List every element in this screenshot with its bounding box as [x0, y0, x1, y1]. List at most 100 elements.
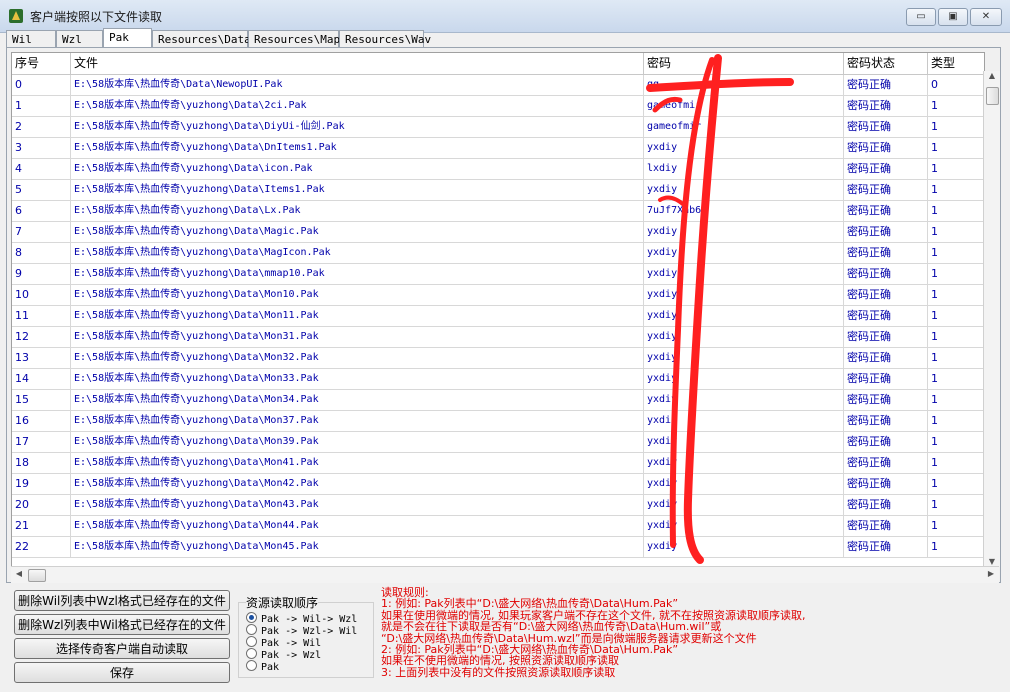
cell-file: E:\58版本库\热血传奇\yuzhong\Data\Mon32.Pak — [71, 348, 644, 368]
cell-file: E:\58版本库\热血传奇\yuzhong\Data\icon.Pak — [71, 159, 644, 179]
cell-password-status: 密码正确 — [844, 390, 928, 410]
horizontal-scroll-thumb[interactable] — [28, 569, 46, 582]
cell-password: lxdiy — [644, 159, 844, 179]
radio-icon — [246, 624, 257, 635]
cell-type: 1 — [928, 432, 984, 452]
order-option[interactable]: Pak -> Wzl-> Wil — [246, 624, 357, 637]
horizontal-scrollbar[interactable]: ◀ ▶ — [11, 566, 999, 583]
tab-resources-data[interactable]: Resources\Data — [152, 30, 251, 47]
table-row[interactable]: 0 E:\58版本库\热血传奇\Data\NewopUI.Pak qq 密码正确 0 — [12, 75, 984, 96]
vertical-scrollbar[interactable]: ▲ ▼ — [983, 71, 1000, 566]
table-row[interactable]: 8 E:\58版本库\热血传奇\yuzhong\Data\MagIcon.Pak y… — [12, 243, 984, 264]
cell-password: yxdiy — [644, 264, 844, 284]
minimize-button[interactable]: ▭ — [906, 8, 936, 26]
order-option[interactable]: Pak — [246, 660, 279, 673]
cell-type: 1 — [928, 495, 984, 515]
cell-file: E:\58版本库\热血传奇\yuzhong\Data\Mon33.Pak — [71, 369, 644, 389]
tab-resources-map[interactable]: Resources\Map — [248, 30, 340, 47]
column-header-file[interactable]: 文件 — [71, 53, 644, 74]
cell-index: 19 — [12, 474, 71, 494]
cell-file: E:\58版本库\热血传奇\yuzhong\Data\DnItems1.Pak — [71, 138, 644, 158]
table-row[interactable]: 2 E:\58版本库\热血传奇\yuzhong\Data\DiyUi-仙剑.Pak… — [12, 117, 984, 138]
table-row[interactable]: 17 E:\58版本库\热血传奇\yuzhong\Data\Mon39.Pak yx… — [12, 432, 984, 453]
table-row[interactable]: 20 E:\58版本库\热血传奇\yuzhong\Data\Mon43.Pak yx… — [12, 495, 984, 516]
cell-password-status: 密码正确 — [844, 96, 928, 116]
column-header-password-status[interactable]: 密码状态 — [844, 53, 928, 74]
cell-password: yxdiy — [644, 327, 844, 347]
cell-password: yxdiy — [644, 453, 844, 473]
cell-file: E:\58版本库\热血传奇\yuzhong\Data\Mon43.Pak — [71, 495, 644, 515]
cell-file: E:\58版本库\热血传奇\yuzhong\Data\mmap10.Pak — [71, 264, 644, 284]
table-row[interactable]: 9 E:\58版本库\热血传奇\yuzhong\Data\mmap10.Pak yx… — [12, 264, 984, 285]
cell-password: 7uJf7Xhb6Q — [644, 201, 844, 221]
table-row[interactable]: 14 E:\58版本库\热血传奇\yuzhong\Data\Mon33.Pak yx… — [12, 369, 984, 390]
table-row[interactable]: 16 E:\58版本库\热血传奇\yuzhong\Data\Mon37.Pak yx… — [12, 411, 984, 432]
table-row[interactable]: 3 E:\58版本库\热血传奇\yuzhong\Data\DnItems1.Pak… — [12, 138, 984, 159]
cell-index: 18 — [12, 453, 71, 473]
save-button[interactable]: 保存 — [14, 662, 230, 683]
table-row[interactable]: 11 E:\58版本库\热血传奇\yuzhong\Data\Mon11.Pak yx… — [12, 306, 984, 327]
scroll-up-icon[interactable]: ▲ — [984, 71, 1000, 80]
cell-type: 1 — [928, 96, 984, 116]
table-row[interactable]: 4 E:\58版本库\热血传奇\yuzhong\Data\icon.Pak lxdi… — [12, 159, 984, 180]
table-row[interactable]: 21 E:\58版本库\热血传奇\yuzhong\Data\Mon44.Pak yx… — [12, 516, 984, 537]
table-row[interactable]: 22 E:\58版本库\热血传奇\yuzhong\Data\Mon45.Pak yx… — [12, 537, 984, 558]
table-row[interactable]: 1 E:\58版本库\热血传奇\yuzhong\Data\2ci.Pak gameo… — [12, 96, 984, 117]
cell-password-status: 密码正确 — [844, 432, 928, 452]
cell-file: E:\58版本库\热血传奇\yuzhong\Data\Lx.Pak — [71, 201, 644, 221]
column-header-index[interactable]: 序号 — [12, 53, 71, 74]
table-row[interactable]: 19 E:\58版本库\热血传奇\yuzhong\Data\Mon42.Pak yx… — [12, 474, 984, 495]
tab-wzl[interactable]: Wzl — [56, 30, 103, 47]
cell-password-status: 密码正确 — [844, 516, 928, 536]
cell-password: yxdiy — [644, 222, 844, 242]
cell-type: 1 — [928, 222, 984, 242]
table-header: 序号 文件 密码 密码状态 类型 — [12, 53, 984, 75]
delete-wzl-duplicates-button[interactable]: 删除Wzl列表中Wil格式已经存在的文件 — [14, 614, 230, 635]
window-title: 客户端按照以下文件读取 — [30, 10, 163, 24]
table-row[interactable]: 7 E:\58版本库\热血传奇\yuzhong\Data\Magic.Pak yxd… — [12, 222, 984, 243]
cell-type: 1 — [928, 306, 984, 326]
cell-password: yxdiy — [644, 243, 844, 263]
order-option[interactable]: Pak -> Wil — [246, 636, 321, 649]
scroll-down-icon[interactable]: ▼ — [984, 557, 1000, 566]
read-rules-text: 读取规则: 1: 例如: Pak列表中“D:\盛大网络\热血传奇\Data\Hu… — [381, 587, 1001, 679]
table-row[interactable]: 5 E:\58版本库\热血传奇\yuzhong\Data\Items1.Pak yx… — [12, 180, 984, 201]
cell-type: 1 — [928, 180, 984, 200]
cell-file: E:\58版本库\热血传奇\yuzhong\Data\Mon11.Pak — [71, 306, 644, 326]
table-row[interactable]: 15 E:\58版本库\热血传奇\yuzhong\Data\Mon34.Pak yx… — [12, 390, 984, 411]
cell-type: 1 — [928, 348, 984, 368]
column-header-type[interactable]: 类型 — [928, 53, 984, 74]
cell-password: yxdiy — [644, 285, 844, 305]
table-row[interactable]: 13 E:\58版本库\热血传奇\yuzhong\Data\Mon32.Pak yx… — [12, 348, 984, 369]
table-row[interactable]: 6 E:\58版本库\热血传奇\yuzhong\Data\Lx.Pak 7uJf7X… — [12, 201, 984, 222]
cell-type: 1 — [928, 117, 984, 137]
cell-password: yxdiy — [644, 474, 844, 494]
scroll-right-icon[interactable]: ▶ — [983, 569, 999, 578]
cell-password-status: 密码正确 — [844, 453, 928, 473]
table-row[interactable]: 12 E:\58版本库\热血传奇\yuzhong\Data\Mon31.Pak yx… — [12, 327, 984, 348]
delete-wil-duplicates-button[interactable]: 删除Wil列表中Wzl格式已经存在的文件 — [14, 590, 230, 611]
cell-password-status: 密码正确 — [844, 159, 928, 179]
cell-type: 1 — [928, 201, 984, 221]
cell-index: 17 — [12, 432, 71, 452]
order-option[interactable]: Pak -> Wzl — [246, 648, 321, 661]
column-header-password[interactable]: 密码 — [644, 53, 844, 74]
maximize-button[interactable]: ▣ — [938, 8, 968, 26]
tab-pak[interactable]: Pak — [103, 28, 152, 47]
tab-resources-wav[interactable]: Resources\Wav — [339, 30, 431, 47]
cell-password-status: 密码正确 — [844, 495, 928, 515]
pak-table[interactable]: 序号 文件 密码 密码状态 类型 0 E:\58版本库\热血传奇\Data\New… — [11, 52, 985, 568]
cell-file: E:\58版本库\热血传奇\yuzhong\Data\Mon45.Pak — [71, 537, 644, 557]
order-option[interactable]: Pak -> Wil-> Wzl — [246, 612, 357, 625]
auto-read-client-button[interactable]: 选择传奇客户端自动读取 — [14, 638, 230, 659]
cell-type: 1 — [928, 138, 984, 158]
cell-file: E:\58版本库\热血传奇\yuzhong\Data\Mon42.Pak — [71, 474, 644, 494]
tab-wil[interactable]: Wil — [6, 30, 56, 47]
cell-file: E:\58版本库\热血传奇\yuzhong\Data\Mon39.Pak — [71, 432, 644, 452]
table-row[interactable]: 10 E:\58版本库\热血传奇\yuzhong\Data\Mon10.Pak yx… — [12, 285, 984, 306]
cell-file: E:\58版本库\热血传奇\yuzhong\Data\Mon34.Pak — [71, 390, 644, 410]
table-row[interactable]: 18 E:\58版本库\热血传奇\yuzhong\Data\Mon41.Pak yx… — [12, 453, 984, 474]
close-button[interactable]: ✕ — [970, 8, 1002, 26]
vertical-scroll-thumb[interactable] — [986, 87, 999, 105]
scroll-left-icon[interactable]: ◀ — [11, 569, 27, 578]
